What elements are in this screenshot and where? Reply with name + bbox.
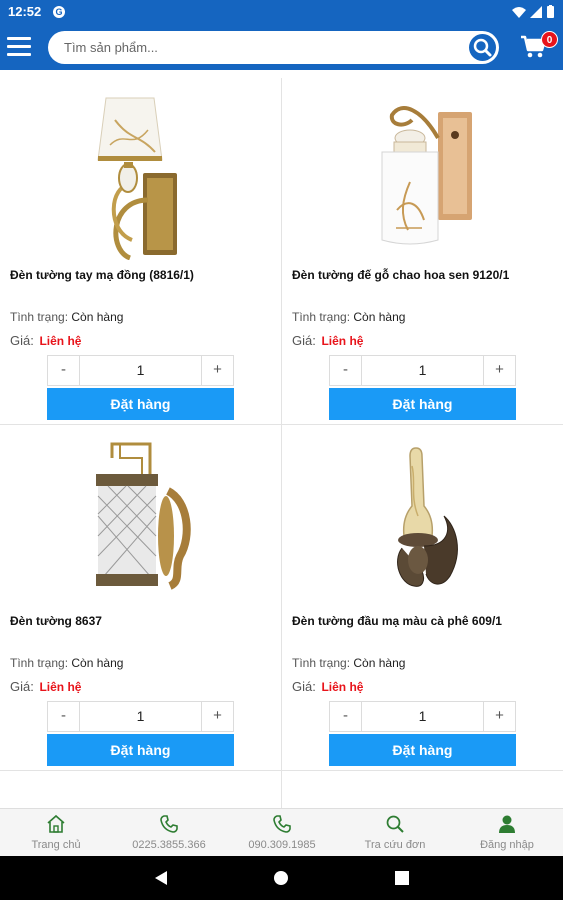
quantity-decrease-button[interactable]: -	[48, 356, 80, 385]
quantity-value[interactable]: 1	[362, 702, 483, 731]
status-label: Tình trạng:	[10, 310, 69, 324]
quantity-increase-button[interactable]: +	[483, 702, 515, 731]
status-time: 12:52	[8, 4, 42, 19]
notification-icon: G	[53, 6, 65, 18]
quantity-decrease-button[interactable]: -	[330, 356, 362, 385]
status-label: Tình trạng:	[10, 656, 69, 670]
product-price: Giá: Liên hệ	[292, 679, 363, 694]
product-status: Tình trạng: Còn hàng	[10, 310, 123, 324]
search-bar	[48, 31, 499, 64]
product-image[interactable]	[352, 436, 492, 606]
status-bar: 12:52 G	[0, 0, 563, 24]
status-value: Còn hàng	[353, 310, 406, 324]
product-image[interactable]	[352, 90, 492, 260]
user-icon	[499, 815, 515, 833]
quantity-value[interactable]: 1	[80, 702, 201, 731]
product-price: Giá: Liên hệ	[292, 333, 363, 348]
product-card[interactable]: Đèn tường tay mạ đồng (8816/1) Tình trạn…	[0, 78, 281, 424]
search-icon	[386, 815, 404, 833]
price-label: Giá:	[292, 679, 316, 694]
product-image[interactable]	[70, 436, 210, 606]
recent-apps-icon[interactable]	[395, 871, 409, 885]
order-button[interactable]: Đặt hàng	[329, 734, 516, 766]
order-button[interactable]: Đặt hàng	[47, 388, 234, 420]
home-icon	[47, 814, 65, 833]
nav-phone-mobile[interactable]: 090.309.1985	[226, 809, 338, 857]
price-label: Giá:	[292, 333, 316, 348]
nav-label: 0225.3855.366	[132, 839, 206, 851]
status-label: Tình trạng:	[292, 310, 351, 324]
system-navigation-bar	[0, 856, 563, 900]
product-price: Giá: Liên hệ	[10, 679, 81, 694]
nav-phone-landline[interactable]: 0225.3855.366	[113, 809, 225, 857]
nav-track-order[interactable]: Tra cứu đơn	[339, 809, 451, 857]
product-image[interactable]	[70, 90, 210, 260]
quantity-increase-button[interactable]: +	[201, 702, 233, 731]
nav-label: Trang chủ	[31, 839, 81, 851]
status-label: Tình trạng:	[292, 656, 351, 670]
bottom-navigation: Trang chủ 0225.3855.366 090.309.1985 Tra…	[0, 808, 563, 856]
quantity-stepper: - 1 +	[329, 355, 516, 386]
status-icons	[512, 5, 554, 18]
phone-icon	[160, 815, 178, 833]
product-status: Tình trạng: Còn hàng	[10, 656, 123, 670]
order-button[interactable]: Đặt hàng	[329, 388, 516, 420]
quantity-stepper: - 1 +	[47, 355, 234, 386]
hamburger-menu-icon[interactable]	[7, 37, 31, 57]
quantity-decrease-button[interactable]: -	[48, 702, 80, 731]
product-name[interactable]: Đèn tường đầu mạ màu cà phê 609/1	[292, 614, 557, 628]
quantity-increase-button[interactable]: +	[483, 356, 515, 385]
status-value: Còn hàng	[353, 656, 406, 670]
search-button[interactable]	[469, 34, 496, 61]
cart-count-badge: 0	[541, 31, 558, 48]
price-label: Giá:	[10, 679, 34, 694]
quantity-value[interactable]: 1	[80, 356, 201, 385]
phone-icon	[273, 815, 291, 833]
nav-login[interactable]: Đăng nhập	[451, 809, 563, 857]
status-value: Còn hàng	[71, 310, 124, 324]
price-value: Liên hệ	[39, 334, 82, 348]
quantity-decrease-button[interactable]: -	[330, 702, 362, 731]
product-name[interactable]: Đèn tường tay mạ đồng (8816/1)	[10, 268, 275, 282]
nav-label: Tra cứu đơn	[364, 839, 426, 851]
app-header	[0, 24, 563, 70]
quantity-value[interactable]: 1	[362, 356, 483, 385]
product-name[interactable]: Đèn tường 8637	[10, 614, 275, 628]
product-card[interactable]: Đèn tường 8637 Tình trạng: Còn hàng Giá:…	[0, 424, 281, 770]
product-status: Tình trạng: Còn hàng	[292, 656, 405, 670]
home-button-icon[interactable]	[273, 870, 289, 886]
search-icon	[473, 38, 492, 57]
order-button[interactable]: Đặt hàng	[47, 734, 234, 766]
product-name[interactable]: Đèn tường đế gỗ chao hoa sen 9120/1	[292, 268, 557, 282]
product-price: Giá: Liên hệ	[10, 333, 81, 348]
quantity-increase-button[interactable]: +	[201, 356, 233, 385]
grid-divider	[0, 770, 563, 771]
nav-label: 090.309.1985	[248, 839, 316, 851]
price-label: Giá:	[10, 333, 34, 348]
price-value: Liên hệ	[321, 680, 364, 694]
back-icon[interactable]	[154, 870, 168, 886]
product-status: Tình trạng: Còn hàng	[292, 310, 405, 324]
product-card[interactable]: Đèn tường đế gỗ chao hoa sen 9120/1 Tình…	[282, 78, 563, 424]
price-value: Liên hệ	[39, 680, 82, 694]
nav-home[interactable]: Trang chủ	[0, 809, 112, 857]
search-input[interactable]	[64, 31, 454, 64]
nav-label: Đăng nhập	[480, 839, 534, 851]
product-card[interactable]: Đèn tường đầu mạ màu cà phê 609/1 Tình t…	[282, 424, 563, 770]
status-value: Còn hàng	[71, 656, 124, 670]
quantity-stepper: - 1 +	[47, 701, 234, 732]
product-grid: Đèn tường tay mạ đồng (8816/1) Tình trạn…	[0, 78, 563, 808]
price-value: Liên hệ	[321, 334, 364, 348]
quantity-stepper: - 1 +	[329, 701, 516, 732]
